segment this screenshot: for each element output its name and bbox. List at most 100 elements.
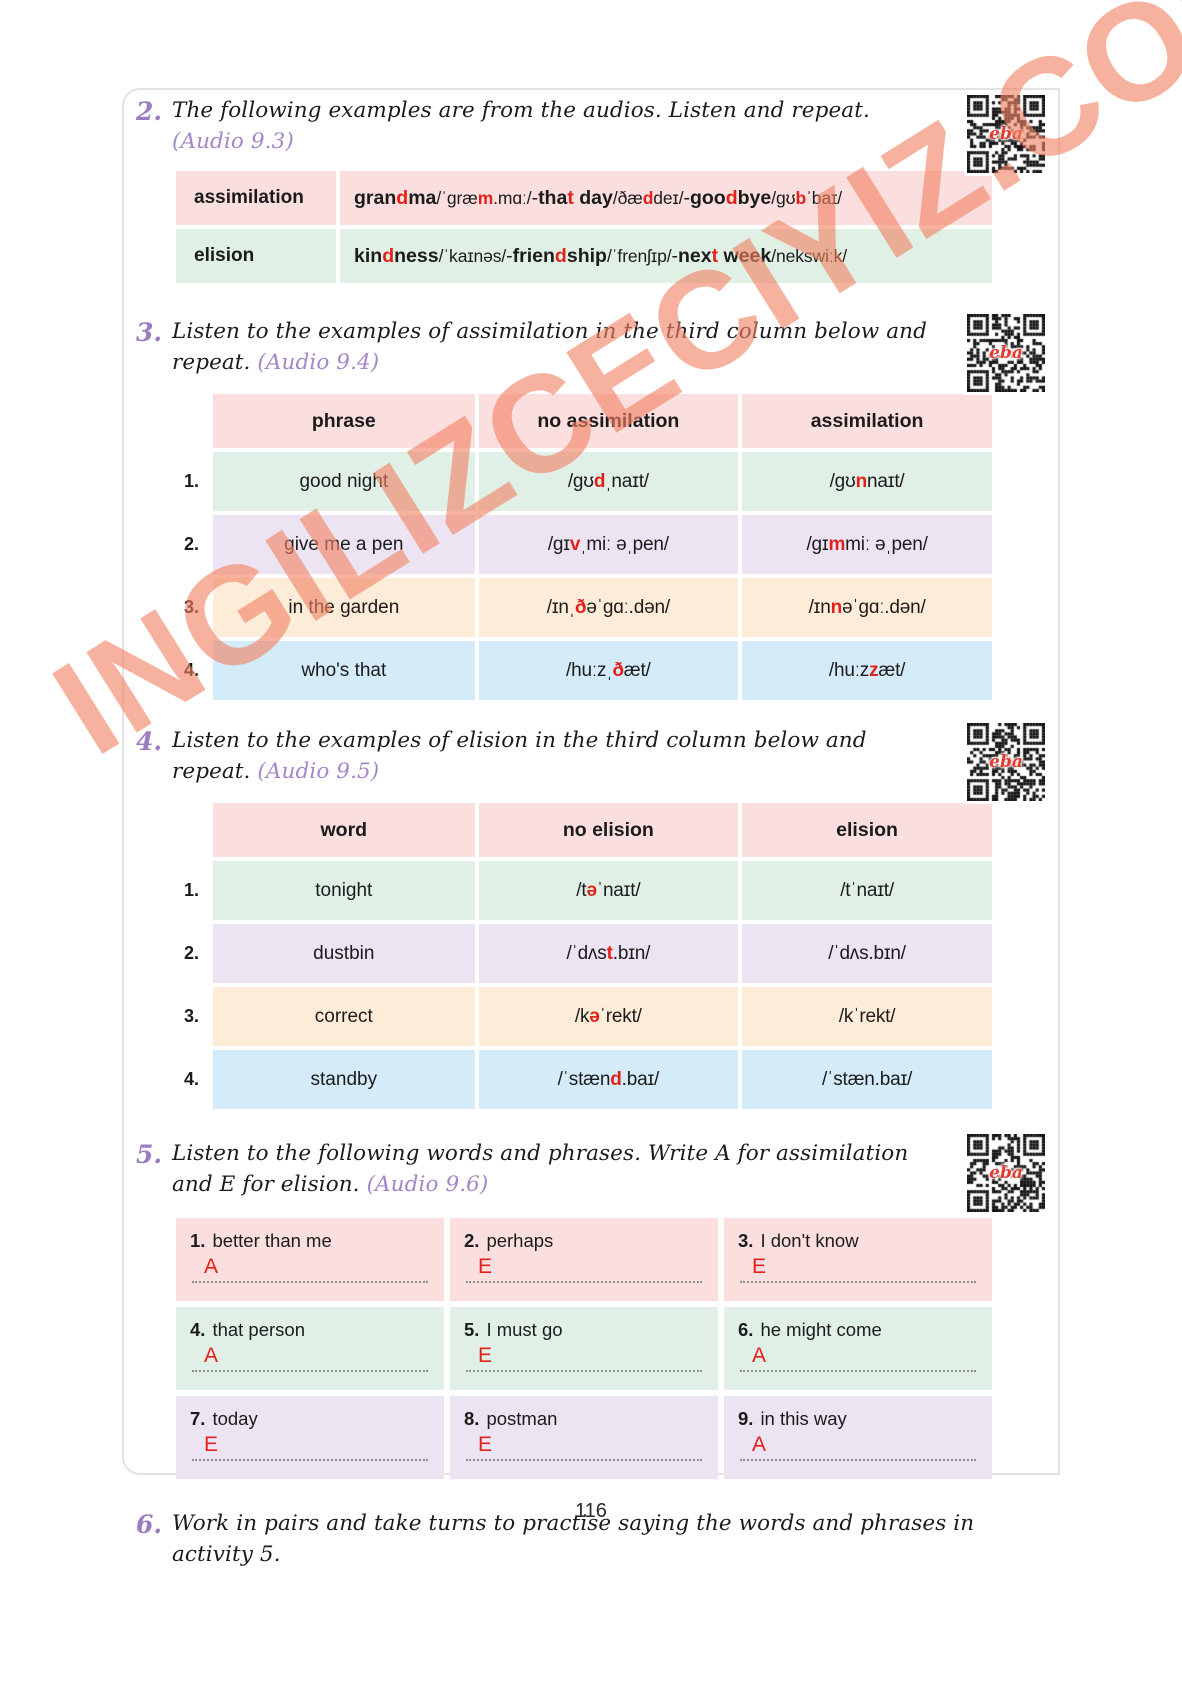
highlighted-phoneme: ð xyxy=(612,659,624,681)
activity-2-row-examples: grandma /ˈɡræm.mɑː/ - that day /ðæddeɪ/ … xyxy=(340,171,992,226)
activity-5-heading: 5. Listen to the following words and phr… xyxy=(136,1139,1048,1200)
cell-term: good night xyxy=(213,452,475,512)
activity-4: eba 4. Listen to the examples of elision… xyxy=(136,720,1048,1110)
ipa-part: /ɪnˌ xyxy=(546,596,575,618)
item-text: better than me xyxy=(212,1230,332,1252)
word-part: ness xyxy=(394,244,439,267)
ipa-part: /ɡʊ xyxy=(567,470,594,492)
ipa-part: deɪ/ xyxy=(653,187,684,208)
qr-code-audio-9-5[interactable]: eba xyxy=(964,720,1048,805)
ipa-part: ˈnaɪt/ xyxy=(596,879,641,901)
cell-term: in the garden xyxy=(213,578,475,638)
example-ipa: /ɡʊbˈbaɪ/ xyxy=(771,188,842,209)
item-number: 5. xyxy=(464,1319,480,1341)
qr-code-audio-9-4[interactable]: eba xyxy=(964,311,1048,396)
answer-line xyxy=(192,1281,428,1284)
answer-value[interactable]: A xyxy=(752,1344,978,1370)
page-frame-right-edge xyxy=(1058,88,1060,1475)
column-header: no elision xyxy=(478,803,739,858)
highlighted-phoneme: m xyxy=(477,187,494,208)
column-header: word xyxy=(213,803,475,858)
item-text: postman xyxy=(486,1408,558,1430)
activity-5: eba 5. Listen to the following words and… xyxy=(136,1131,1048,1480)
item-text: that person xyxy=(212,1319,306,1341)
answer-value[interactable]: E xyxy=(204,1433,430,1459)
example-ipa: /ˈɡræm.mɑː/ xyxy=(436,188,531,209)
answer-row: 7. today E 8. postman E 9. in this way A xyxy=(176,1396,992,1480)
ipa-part: /ˈstæn xyxy=(557,1068,611,1090)
word-part: frien xyxy=(512,244,555,267)
ipa-part: /tˈnaɪt/ xyxy=(840,879,894,901)
answer-row: 4. that person A 5. I must go E 6. he might com… xyxy=(176,1307,992,1391)
cell-variant: /ɡɪ m miː əˌpen/ xyxy=(742,515,992,575)
answer-value[interactable]: E xyxy=(478,1433,704,1459)
row-number: 1. xyxy=(184,880,200,901)
ipa-part: /ˈstæn.baɪ/ xyxy=(822,1068,913,1090)
table-row: elision kindness /ˈkaɪnəs/ - friendship /… xyxy=(176,229,992,284)
answer-prompt: 1. better than me xyxy=(190,1230,430,1252)
answer-cell: 4. that person A xyxy=(176,1307,444,1391)
highlighted-phoneme: ə xyxy=(586,879,597,901)
word-part: goo xyxy=(689,186,726,209)
highlighted-phoneme: n xyxy=(830,596,843,618)
answer-cell: 8. postman E xyxy=(450,1396,718,1480)
activity-3-table: phrase no assimilation assimilation 1. good … xyxy=(178,394,992,701)
column-header: assimilation xyxy=(742,394,992,449)
answer-prompt: 8. postman xyxy=(464,1408,704,1430)
page-number: 116 xyxy=(575,1500,607,1522)
answer-prompt: 4. that person xyxy=(190,1319,430,1341)
highlighted-phoneme: d xyxy=(593,470,606,492)
ipa-part: æt/ xyxy=(878,659,906,681)
table-row: 1. tonight/t ə ˈnaɪt//tˈnaɪt/ xyxy=(178,861,992,921)
answer-cell: 2. perhaps E xyxy=(450,1218,718,1302)
item-text: I must go xyxy=(486,1319,563,1341)
ipa-part: naɪt/ xyxy=(867,470,905,492)
highlighted-letter: d xyxy=(725,186,738,209)
row-number: 1. xyxy=(184,471,200,492)
word-part: tha xyxy=(538,186,568,209)
answer-value[interactable]: E xyxy=(478,1344,704,1370)
ipa-part: /kˈrekt/ xyxy=(838,1005,896,1027)
activity-3-heading: 3. Listen to the examples of assimilatio… xyxy=(136,317,1048,378)
cell-variant: /huːz z æt/ xyxy=(742,641,992,701)
answer-cell: 7. today E xyxy=(176,1396,444,1480)
highlighted-letter: d xyxy=(554,244,567,267)
answer-prompt: 3. I don't know xyxy=(738,1230,978,1252)
activity-4-number: 4. xyxy=(136,727,163,757)
ipa-part: ˌnaɪt/ xyxy=(605,470,649,492)
activity-3: eba 3. Listen to the examples of assimil… xyxy=(136,311,1048,701)
answer-value[interactable]: A xyxy=(204,1255,430,1281)
item-number: 4. xyxy=(190,1319,206,1341)
qr-code-audio-9-6[interactable]: eba xyxy=(964,1131,1048,1216)
qr-code-audio-9-3[interactable]: eba xyxy=(964,92,1048,176)
qr-canvas xyxy=(967,1134,1045,1213)
activity-2-heading: 2. The following examples are from the a… xyxy=(136,96,1048,157)
activity-5-instruction: Listen to the following words and phrase… xyxy=(172,1139,938,1200)
answer-value[interactable]: A xyxy=(752,1433,978,1459)
activity-4-table: word no elision elision 1. tonight/t ə ˈnaɪt//… xyxy=(178,803,992,1110)
cell-no-variant: /t ə ˈnaɪt/ xyxy=(478,861,739,921)
answer-value[interactable]: E xyxy=(478,1255,704,1281)
column-header: elision xyxy=(742,803,992,858)
activity-5-audio-tag: (Audio 9.6) xyxy=(366,1171,489,1197)
ipa-part: /ˈfrenʃɪp/ xyxy=(606,245,672,266)
item-number: 8. xyxy=(464,1408,480,1430)
cell-variant: /ˈdʌs.bɪn/ xyxy=(742,924,992,984)
index-spacer xyxy=(178,803,213,857)
table-header-row: word no elision elision xyxy=(178,803,992,858)
ipa-part: .bɪn/ xyxy=(612,942,651,964)
table-row: 2. dustbin/ˈdʌs t .bɪn//ˈdʌs.bɪn/ xyxy=(178,924,992,984)
cell-no-variant: /ɡɪ v ˌmiː əˌpen/ xyxy=(478,515,739,575)
ipa-part: /ðæ xyxy=(612,187,643,208)
ipa-part: /ˈkaɪnəs/ xyxy=(438,245,507,266)
highlighted-phoneme: b xyxy=(795,187,807,208)
ipa-part: /ɡʊ xyxy=(829,470,856,492)
answer-value[interactable]: A xyxy=(204,1344,430,1370)
example-word: friendship xyxy=(513,245,607,268)
cell-no-variant: /ˈstæn d .baɪ/ xyxy=(478,1050,739,1110)
word-part: nex xyxy=(678,244,712,267)
table-row: 3. in the garden/ɪnˌ ð əˈɡɑː.dən//ɪn n əˈɡɑː.… xyxy=(178,578,992,638)
answer-value[interactable]: E xyxy=(752,1255,978,1281)
item-number: 3. xyxy=(738,1230,754,1252)
answer-line xyxy=(740,1370,976,1373)
